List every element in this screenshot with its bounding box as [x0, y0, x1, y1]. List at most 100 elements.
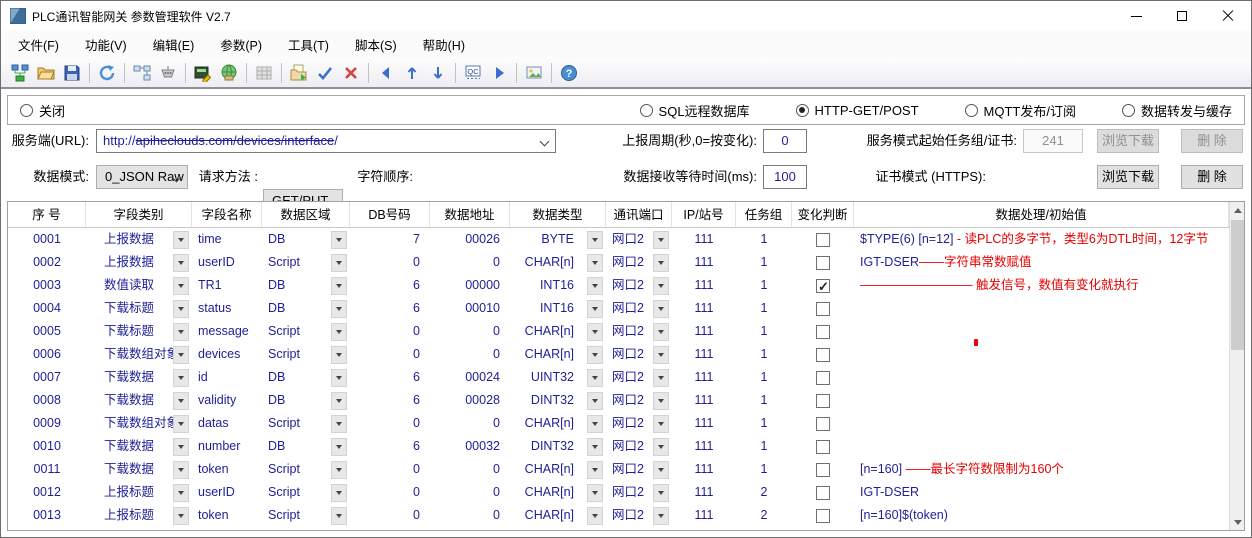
mode-radio-3[interactable]: MQTT发布/订阅 [965, 101, 1076, 120]
port-dropdown[interactable] [650, 369, 672, 387]
plc-config-button[interactable] [191, 61, 215, 85]
browse-download-button[interactable]: 浏览下载 [1097, 165, 1159, 189]
table-row[interactable]: 0011下载数据tokenScript00CHAR[n]网口21111[n=16… [8, 458, 1229, 481]
port-dropdown[interactable] [650, 415, 672, 433]
category-dropdown[interactable] [170, 254, 192, 272]
table-row[interactable]: 0007下载数据idDB600024UINT32网口21111 [8, 366, 1229, 389]
checkbox-unchecked[interactable] [816, 509, 830, 523]
port-dropdown[interactable] [650, 231, 672, 249]
table-scrollbar[interactable] [1229, 202, 1244, 530]
confirm-check-button[interactable] [313, 61, 337, 85]
checkbox-unchecked[interactable] [816, 394, 830, 408]
chevron-down-icon[interactable] [540, 137, 550, 147]
checkbox-unchecked[interactable] [816, 325, 830, 339]
run-button[interactable] [487, 61, 511, 85]
connect-plc-button[interactable] [8, 61, 32, 85]
move-up-button[interactable] [400, 61, 424, 85]
save-file-button[interactable] [60, 61, 84, 85]
menu-script[interactable]: 脚本(S) [342, 31, 410, 58]
gateway-globe-button[interactable] [217, 61, 241, 85]
menu-help[interactable]: 帮助(H) [410, 31, 478, 58]
scroll-down-button[interactable] [1230, 514, 1245, 530]
type-dropdown[interactable] [584, 346, 606, 364]
topology-button[interactable] [130, 61, 154, 85]
port-dropdown[interactable] [650, 346, 672, 364]
port-dropdown[interactable] [650, 438, 672, 456]
nav-left-button[interactable] [374, 61, 398, 85]
qc-code-button[interactable]: QC [461, 61, 485, 85]
mode-radio-0[interactable]: 关闭 [20, 101, 65, 120]
scrollbar-thumb[interactable] [1231, 220, 1244, 350]
area-dropdown[interactable] [328, 346, 350, 364]
area-dropdown[interactable] [328, 323, 350, 341]
area-dropdown[interactable] [328, 277, 350, 295]
area-dropdown[interactable] [328, 507, 350, 525]
data-grid-button[interactable] [252, 61, 276, 85]
minimize-button[interactable] [1113, 1, 1159, 31]
checkbox-unchecked[interactable] [816, 371, 830, 385]
table-row[interactable]: 0013上报标题tokenScript00CHAR[n]网口21112[n=16… [8, 504, 1229, 527]
port-dropdown[interactable] [650, 461, 672, 479]
checkbox-unchecked[interactable] [816, 302, 830, 316]
area-dropdown[interactable] [328, 392, 350, 410]
checkbox-unchecked[interactable] [816, 417, 830, 431]
paste-button[interactable] [287, 61, 311, 85]
category-dropdown[interactable] [170, 438, 192, 456]
report-period-input[interactable]: 0 [763, 129, 807, 153]
menu-parameter[interactable]: 参数(P) [207, 31, 275, 58]
table-row[interactable]: 0012上报标题userIDScript00CHAR[n]网口21112IGT-… [8, 481, 1229, 504]
move-down-button[interactable] [426, 61, 450, 85]
refresh-button[interactable] [95, 61, 119, 85]
type-dropdown[interactable] [584, 507, 606, 525]
type-dropdown[interactable] [584, 415, 606, 433]
menu-function[interactable]: 功能(V) [72, 31, 140, 58]
port-dropdown[interactable] [650, 277, 672, 295]
table-row[interactable]: 0004下载标题statusDB600010INT16网口21111 [8, 297, 1229, 320]
recv-wait-input[interactable]: 100 [763, 165, 807, 189]
mode-radio-1[interactable]: SQL远程数据库 [640, 101, 750, 120]
table-row[interactable]: 0005下载标题messageScript00CHAR[n]网口21111 [8, 320, 1229, 343]
category-dropdown[interactable] [170, 369, 192, 387]
category-dropdown[interactable] [170, 346, 192, 364]
type-dropdown[interactable] [584, 231, 606, 249]
area-dropdown[interactable] [328, 369, 350, 387]
category-dropdown[interactable] [170, 300, 192, 318]
type-dropdown[interactable] [584, 369, 606, 387]
table-row[interactable]: 0009下载数组对象datasScript00CHAR[n]网口21111 [8, 412, 1229, 435]
category-dropdown[interactable] [170, 461, 192, 479]
category-dropdown[interactable] [170, 484, 192, 502]
close-button[interactable] [1205, 1, 1251, 31]
port-dropdown[interactable] [650, 507, 672, 525]
serial-port-button[interactable] [156, 61, 180, 85]
type-dropdown[interactable] [584, 461, 606, 479]
area-dropdown[interactable] [328, 415, 350, 433]
port-dropdown[interactable] [650, 392, 672, 410]
checkbox-unchecked[interactable] [816, 256, 830, 270]
help-button[interactable]: ? [557, 61, 581, 85]
area-dropdown[interactable] [328, 300, 350, 318]
url-combobox[interactable]: http://apiheclouds.com/devices/interface… [96, 129, 556, 153]
maximize-button[interactable] [1159, 1, 1205, 31]
table-row[interactable]: 0010下载数据numberDB600032DINT32网口21111 [8, 435, 1229, 458]
port-dropdown[interactable] [650, 254, 672, 272]
mode-radio-2[interactable]: HTTP-GET/POST [796, 101, 919, 120]
type-dropdown[interactable] [584, 392, 606, 410]
menu-tools[interactable]: 工具(T) [275, 31, 342, 58]
type-dropdown[interactable] [584, 484, 606, 502]
port-dropdown[interactable] [650, 323, 672, 341]
area-dropdown[interactable] [328, 254, 350, 272]
port-dropdown[interactable] [650, 300, 672, 318]
table-row[interactable]: 0003数值读取TR1DB600000INT16网口21111—————————… [8, 274, 1229, 297]
cancel-x-button[interactable] [339, 61, 363, 85]
checkbox-checked[interactable] [816, 279, 830, 293]
area-dropdown[interactable] [328, 461, 350, 479]
type-dropdown[interactable] [584, 438, 606, 456]
menu-file[interactable]: 文件(F) [5, 31, 72, 58]
area-dropdown[interactable] [328, 438, 350, 456]
checkbox-unchecked[interactable] [816, 233, 830, 247]
checkbox-unchecked[interactable] [816, 440, 830, 454]
open-file-button[interactable] [34, 61, 58, 85]
table-row[interactable]: 0002上报数据userIDScript00CHAR[n]网口21111IGT-… [8, 251, 1229, 274]
data-mode-select[interactable]: 0_JSON Raw [96, 165, 188, 189]
table-row[interactable]: 0001上报数据timeDB700026BYTE网口21111$TYPE(6) … [8, 228, 1229, 251]
